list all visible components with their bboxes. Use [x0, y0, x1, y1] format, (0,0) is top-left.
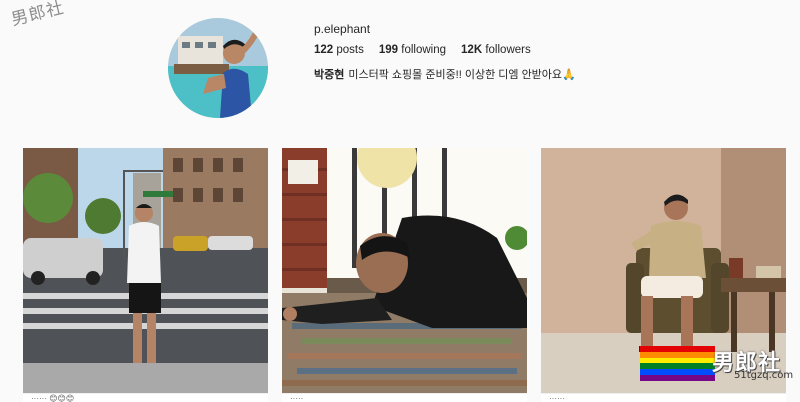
post-cafe-photo[interactable] [282, 148, 527, 393]
following-count: 199 [378, 44, 399, 56]
posts-count: 122 [314, 44, 334, 56]
avatar-photo [168, 18, 268, 118]
cafe-photo-image [282, 148, 527, 393]
profile-stats: 122 posts 199 following 12K followers [314, 44, 531, 56]
post-caption-2: ····· [282, 393, 527, 402]
posts-label: posts [336, 44, 364, 56]
street-photo-image [23, 148, 268, 393]
bio-text: 미스터팍 쇼핑몰 준비중!! 이상한 디엠 안받아요🙏 [348, 69, 576, 81]
followers-count: 12K [461, 44, 483, 56]
followers-label: followers [485, 44, 531, 56]
rainbow-stripe [640, 375, 715, 381]
followers-stat[interactable]: 12K followers [461, 44, 531, 56]
posts-stat: 122 posts [314, 44, 364, 56]
profile-bio: 박중현 미스터팍 쇼핑몰 준비중!! 이상한 디엠 안받아요🙏 [314, 66, 576, 82]
watermark-top-text: 男郎社 [9, 0, 67, 31]
following-stat[interactable]: 199 following [379, 44, 446, 56]
rainbow-flag-icon [640, 346, 715, 381]
post-street-photo[interactable] [23, 148, 268, 393]
watermark-url: 51tgzq.com [734, 370, 794, 381]
profile-username: p.elephant [314, 22, 371, 36]
bio-name: 박중현 [314, 69, 345, 81]
profile-avatar[interactable] [168, 18, 268, 118]
following-label: following [401, 44, 447, 56]
post-caption-1: ······ 😊😊😊 [23, 393, 268, 402]
watermark-bottom: 男郎社 51tgzq.com [640, 346, 800, 402]
